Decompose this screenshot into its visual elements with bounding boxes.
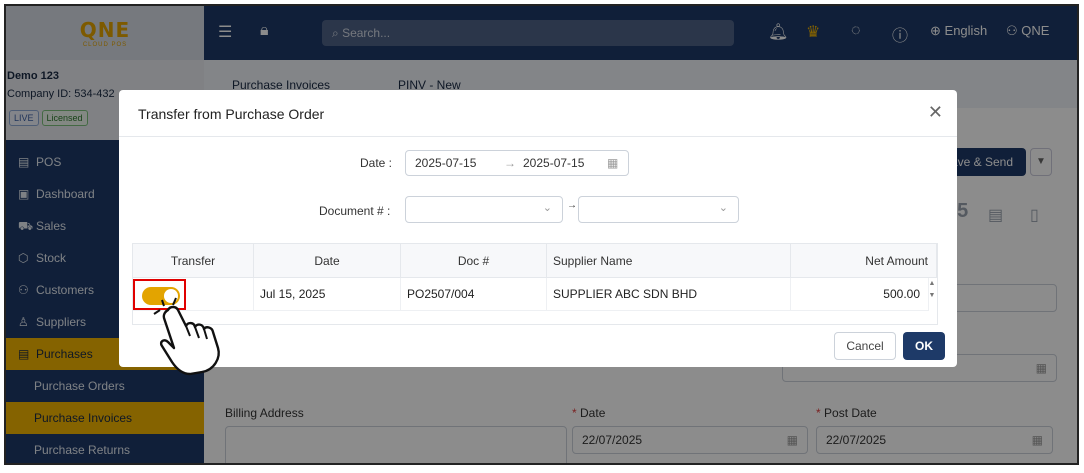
chevron-down-icon: ⌄ (542, 202, 552, 214)
table-cell-date: Jul 15, 2025 (254, 278, 401, 311)
date-filter-label: Date : (360, 156, 393, 170)
column-header-doc: Doc # (401, 244, 547, 278)
pointing-hand-icon (153, 297, 220, 376)
divider (119, 136, 957, 137)
table-cell-doc: PO2507/004 (401, 278, 547, 311)
cancel-button[interactable]: Cancel (834, 332, 896, 360)
close-icon[interactable]: ✕ (928, 102, 943, 123)
column-header-date: Date (254, 244, 401, 278)
dialog-title: Transfer from Purchase Order (138, 106, 325, 122)
date-to[interactable]: 2025-07-15 (523, 151, 584, 175)
ok-button[interactable]: OK (903, 332, 945, 360)
calendar-icon: ▦ (607, 156, 619, 170)
date-from[interactable]: 2025-07-15 (415, 151, 476, 175)
table-cell-supplier: SUPPLIER ABC SDN BHD (547, 278, 791, 311)
app-window: QNE CLOUD POS ☰ 🔒︎ ⌕ Search... 🔔︎ ♛ ◌ ⓘ … (4, 4, 1079, 465)
table-cell-amount: 500.00 (791, 278, 929, 311)
document-to-select[interactable]: ⌄ (578, 196, 739, 223)
chevron-down-icon: ⌄ (718, 202, 728, 214)
arrow-right-icon: → (567, 200, 577, 211)
column-header-supplier: Supplier Name (547, 244, 791, 278)
arrow-right-icon: → (504, 156, 516, 170)
transfer-dialog: Transfer from Purchase Order ✕ Date : 20… (119, 90, 957, 367)
document-from-select[interactable]: ⌄ (405, 196, 563, 223)
date-range-picker[interactable]: 2025-07-15 → 2025-07-15 ▦ (405, 150, 629, 176)
table-scrollbar[interactable]: ▲ ▼ (927, 278, 937, 311)
po-table: Transfer Date Doc # Supplier Name Net Am… (132, 243, 938, 325)
column-header-transfer: Transfer (133, 244, 254, 278)
document-filter-label: Document # : (319, 204, 391, 218)
column-header-amount: Net Amount (791, 244, 937, 278)
